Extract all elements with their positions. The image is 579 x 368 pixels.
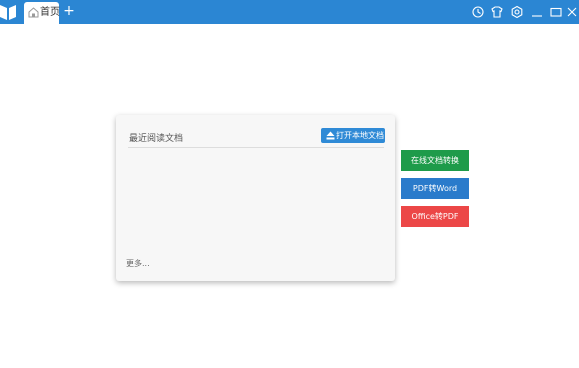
title-bar: 首页 +	[0, 0, 579, 24]
office-to-pdf-button[interactable]: Office转PDF	[401, 206, 469, 227]
maximize-icon[interactable]	[549, 5, 563, 19]
tab-home[interactable]: 首页	[24, 2, 60, 24]
panel-divider	[128, 147, 384, 148]
tab-home-label: 首页	[40, 7, 60, 18]
eject-icon	[326, 131, 335, 140]
open-local-document-button[interactable]: 打开本地文档	[321, 128, 385, 143]
open-local-document-label: 打开本地文档	[336, 131, 384, 140]
recent-documents-panel: 最近阅读文档 打开本地文档 更多...	[116, 115, 395, 281]
pdf-to-word-button[interactable]: PDF转Word	[401, 178, 469, 199]
online-convert-button[interactable]: 在线文档转换	[401, 150, 469, 171]
app-logo-icon	[0, 5, 16, 20]
home-icon	[28, 7, 39, 18]
add-tab-button[interactable]: +	[63, 4, 75, 18]
more-link[interactable]: 更多...	[126, 258, 150, 270]
skin-icon[interactable]	[490, 5, 504, 19]
close-icon[interactable]	[566, 5, 578, 19]
recent-documents-title: 最近阅读文档	[129, 134, 184, 144]
settings-icon[interactable]	[510, 5, 524, 19]
history-icon[interactable]	[471, 5, 485, 19]
minimize-icon[interactable]	[530, 5, 544, 19]
